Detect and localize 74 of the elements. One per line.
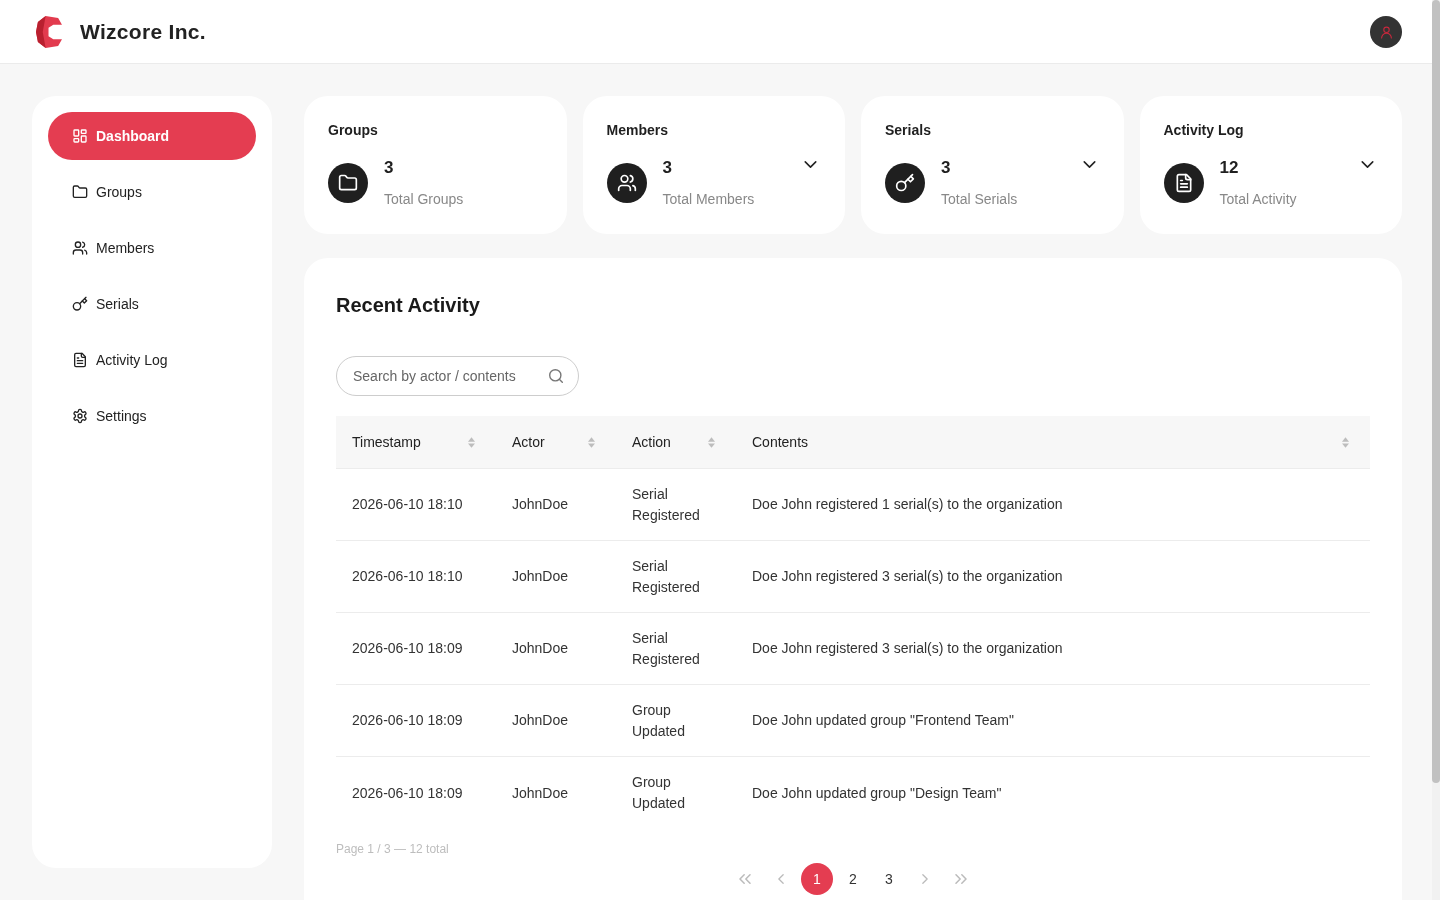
table-cell-text: JohnDoe	[511, 567, 570, 586]
table-cell-text: Doe John updated group "Design Team"	[751, 783, 1003, 803]
search-field[interactable]: Search by actor / contents	[336, 356, 579, 396]
brand-name: Wizcore Inc.	[80, 19, 206, 44]
sidebar-item[interactable]: Members	[48, 224, 256, 272]
table-cell-text: 2026-06-10 18:10	[351, 567, 464, 586]
table-cell-text: 2026-06-10 18:09	[351, 639, 464, 658]
column-header[interactable]: Action	[616, 416, 736, 468]
table-cell-text: Serial Registered	[631, 556, 701, 597]
page-button[interactable]: 3	[873, 863, 905, 895]
section-title: Recent Activity	[336, 293, 480, 317]
table-cell-text: Doe John registered 3 serial(s) to the organization	[751, 567, 1064, 586]
table-cell-text: JohnDoe	[511, 639, 570, 658]
double-chevron-left-icon	[739, 874, 751, 884]
sort-icon	[708, 436, 715, 448]
table-cell-text: JohnDoe	[511, 711, 570, 730]
sidebar-item[interactable]: Serials	[48, 280, 256, 328]
table-cell-text: Serial Registered	[631, 628, 701, 669]
chevron-right-icon	[922, 874, 928, 884]
chevron-down-icon[interactable]	[1082, 161, 1096, 168]
stat-caption: Total Groups	[384, 190, 464, 209]
stat-value: 3	[941, 157, 951, 179]
page-button[interactable]: 1	[801, 863, 833, 895]
document-icon	[72, 352, 88, 368]
user-icon	[1379, 24, 1393, 39]
stat-value: 3	[384, 157, 394, 179]
key-icon	[72, 296, 88, 312]
sidebar-item[interactable]: Settings	[48, 392, 256, 440]
pagination-summary: Page 1 / 3 — 12 total	[336, 841, 449, 857]
table-cell-text: 2026-06-10 18:10	[351, 495, 464, 514]
table-cell-text: Group Updated	[631, 700, 686, 741]
table-cell-text: JohnDoe	[511, 495, 570, 514]
account-button[interactable]	[1370, 15, 1402, 48]
card-title: Groups	[328, 121, 378, 140]
sidebar-item[interactable]: Dashboard	[48, 112, 256, 160]
stat-value: 12	[1219, 157, 1239, 179]
double-chevron-right-icon	[955, 874, 967, 884]
sidebar-item[interactable]: Activity Log	[48, 336, 256, 384]
table-cell-text: Doe John registered 1 serial(s) to the organization	[751, 495, 1064, 514]
folder-icon	[328, 163, 368, 203]
key-icon	[885, 163, 925, 203]
sidebar-item[interactable]: Groups	[48, 168, 256, 216]
settings-icon	[72, 408, 88, 424]
table-cell-text: 2026-06-10 18:09	[351, 711, 464, 730]
page-button[interactable]: 2	[837, 863, 869, 895]
stat-caption: Total Serials	[941, 190, 1018, 209]
card-title: Serials	[885, 121, 931, 140]
sort-icon	[588, 436, 595, 448]
folder-icon	[72, 184, 88, 200]
chevron-left-icon	[778, 874, 784, 884]
column-header[interactable]: Timestamp	[336, 416, 496, 468]
column-header[interactable]: Actor	[496, 416, 616, 468]
document-icon	[1163, 163, 1204, 203]
stat-caption: Total Activity	[1219, 190, 1297, 209]
chevron-down-icon[interactable]	[1361, 161, 1374, 168]
table-cell-text: JohnDoe	[511, 783, 570, 803]
logo-icon	[36, 15, 62, 48]
users-icon	[72, 240, 88, 256]
sort-icon	[1342, 436, 1349, 448]
table-cell-text: Group Updated	[631, 773, 686, 813]
chevron-down-icon[interactable]	[804, 161, 817, 168]
stat-caption: Total Members	[662, 190, 755, 209]
table-cell-text: 2026-06-10 18:09	[351, 783, 464, 803]
stat-value: 3	[662, 157, 672, 179]
dashboard-grid-icon	[72, 128, 88, 144]
table-cell-text: Doe John registered 3 serial(s) to the organization	[751, 639, 1064, 658]
card-title: Activity Log	[1163, 121, 1244, 140]
users-icon	[606, 163, 647, 203]
table-cell-text: Serial Registered	[631, 484, 701, 525]
card-title: Members	[606, 121, 668, 140]
search-icon[interactable]	[549, 369, 563, 383]
sort-icon	[468, 436, 475, 448]
column-header[interactable]: Contents	[736, 416, 1370, 468]
table-cell-text: Doe John updated group "Frontend Team"	[751, 711, 1015, 730]
